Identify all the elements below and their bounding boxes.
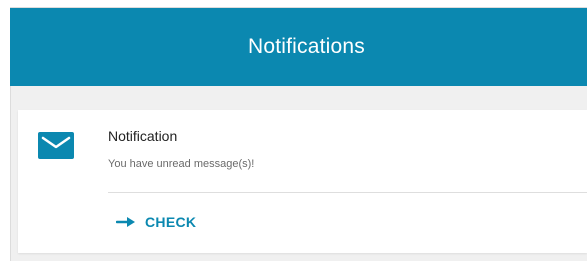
arrow-right-icon	[116, 217, 135, 227]
check-button-label: CHECK	[145, 214, 197, 230]
check-button[interactable]: CHECK	[116, 210, 196, 234]
notification-title: Notification	[108, 128, 178, 144]
divider	[108, 192, 587, 193]
mail-icon	[38, 132, 74, 159]
notification-card: Notification You have unread message(s)!…	[18, 110, 587, 253]
notifications-page: Notifications Notification You have unre…	[0, 0, 587, 261]
page-header: Notifications	[10, 8, 587, 86]
notification-message: You have unread message(s)!	[108, 158, 255, 170]
page-title: Notifications	[248, 35, 365, 58]
